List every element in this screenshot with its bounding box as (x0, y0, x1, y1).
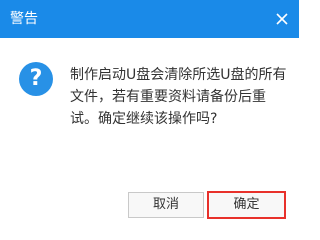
warning-dialog: 警告 ? 制作启动U盘会清除所选U盘的所有文件，若有重要资料请备份后重试。确定继… (0, 0, 299, 229)
close-icon (276, 13, 288, 25)
dialog-message: 制作启动U盘会清除所选U盘的所有文件，若有重要资料请备份后重试。确定继续该操作吗… (70, 67, 287, 127)
dialog-title: 警告 (10, 11, 38, 27)
cancel-button[interactable]: 取消 (128, 192, 204, 218)
question-icon: ? (19, 62, 53, 96)
confirm-button[interactable]: 确定 (207, 191, 286, 219)
close-button[interactable] (265, 0, 299, 38)
dialog-titlebar[interactable]: 警告 (0, 0, 299, 38)
